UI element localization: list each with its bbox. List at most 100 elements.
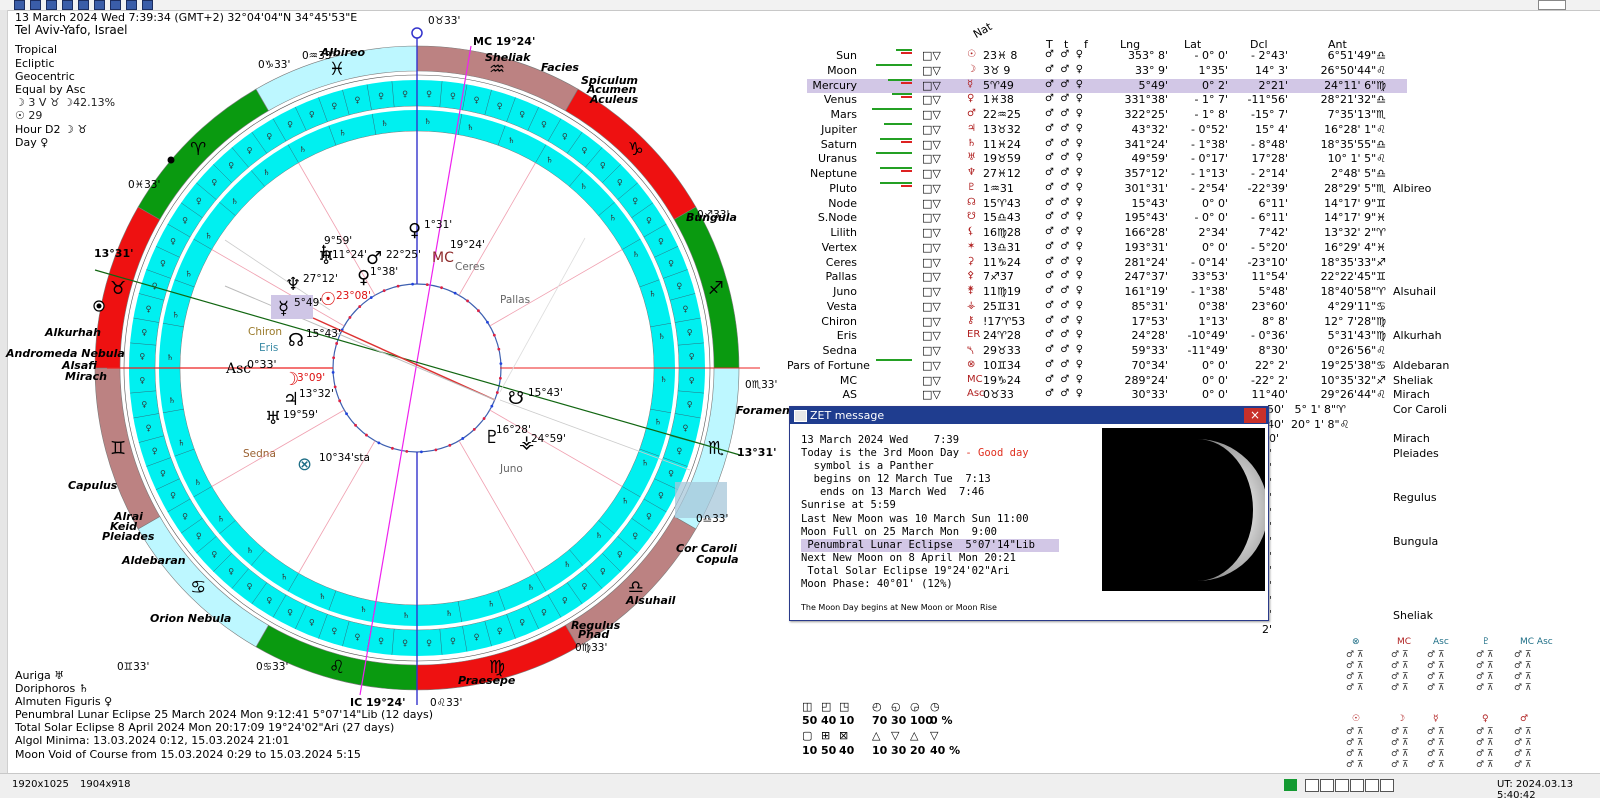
planet-row[interactable]: Chiron □▽ ⚷ !17♈53 ♂ ♂ ♀ 17°53' 1°13' 8° 8' 12° …: [787, 315, 1407, 329]
planet-degree-label: 19°24': [450, 239, 485, 251]
planet-position: 7♐37: [983, 270, 1014, 284]
message-line: Last New Moon was 10 March Sun 11:00: [801, 512, 1029, 525]
view-mode-icon[interactable]: [1350, 779, 1364, 792]
planet-row[interactable]: Pars of Fortune □▽ ⊗ 10♊34 ♂ ♂ ♀ 70°34' 0° 0' 2…: [787, 358, 1407, 373]
planet-row[interactable]: Pallas □▽ ⚴ 7♐37 ♂ ♂ ♀ 247°37' 33°53' 11°54' 22°…: [787, 270, 1407, 284]
aspect-point: [498, 376, 502, 380]
planet-sign-icon: ⚵: [967, 285, 975, 296]
planet-row[interactable]: Neptune □▽ ♆ 27♓12 ♂ ♂ ♀ 357°12' - 1°13' - 2°14…: [787, 167, 1407, 181]
view-mode-icon[interactable]: [1305, 779, 1319, 792]
planet-row[interactable]: Uranus □▽ ♅ 19♉59 ♂ ♂ ♀ 49°59' - 0°17' 17°28' 10…: [787, 152, 1407, 166]
aspect-grid-cell: ♂ ⊼: [1391, 683, 1409, 693]
natal-chart-wheel[interactable]: ♒♑♐♏♎♍♌♋♊♉♈♓♀♄♀♀♄♀♀♄♀♀♄♀♀♄♀♀♄♀♀♄♀♀♄♀♀♄♀♀…: [0, 0, 790, 770]
planet-row[interactable]: Vesta □▽ ⚶ 25♊31 ♂ ♂ ♀ 85°31' 0°38' 23°60' 4°29'…: [787, 300, 1407, 314]
planet-glyph-icon: MC: [432, 250, 454, 266]
zet-message-dialog[interactable]: ZET message × 13 March 2024 Wed 7:39 Tod…: [789, 406, 1269, 621]
strength-bar: [880, 167, 912, 169]
planet-row[interactable]: Mercury □▽ ☿ 5♈49 ♂ ♂ ♀ 5°49' 0° 2' 2°21' 24°11'…: [807, 78, 1407, 93]
planet-antiscia: 29°26'44"♌: [1320, 388, 1386, 402]
note-line: Doriphoros ♄: [15, 682, 89, 696]
element-glyph-icon: ◷: [930, 700, 940, 713]
star-name: Mirach: [1393, 432, 1430, 445]
term-glyph-icon: ♀: [287, 120, 293, 129]
planet-row[interactable]: Moon □▽ ☽ 3♉ 9 ♂ ♂ ♀ 33° 9' 1°35' 14° 3' 26°50'4…: [787, 63, 1407, 78]
dialog-titlebar[interactable]: ZET message ×: [790, 407, 1268, 424]
planet-latitude: - 0°17': [1191, 152, 1228, 166]
planet-name: Vesta: [826, 299, 857, 313]
planet-degree-label: 19°59': [283, 409, 318, 421]
aspect-grid-cell: ♂ ⊼: [1476, 738, 1494, 748]
planet-row[interactable]: Venus □▽ ♀ 1♓38 ♂ ♂ ♀ 331°38' - 1° 7' -11°56' 28…: [787, 93, 1407, 107]
planet-position: 11♍19: [983, 285, 1021, 298]
planet-longitude: 195°43': [1124, 211, 1168, 225]
aspect-grid-cell: ♂ ⊼: [1427, 683, 1445, 693]
planet-latitude: 2°34': [1198, 226, 1228, 239]
planet-row[interactable]: Node □▽ ☊ 15♈43 ♂ ♂ ♀ 15°43' 0° 0' 6°11' 14°17' …: [787, 197, 1407, 211]
planet-row[interactable]: Vertex □▽ ✶ 13♎31 ♂ ♂ ♀ 193°31' 0° 0' - 5°20' 16…: [787, 241, 1407, 255]
planet-row[interactable]: Ceres □▽ ⚳ 11♑24 ♂ ♂ ♀ 281°24' - 0°14' -23°10' 1…: [787, 256, 1407, 270]
document-icon[interactable]: [1380, 779, 1394, 792]
term-glyph-icon: ♀: [139, 376, 145, 385]
planet-row[interactable]: Sun □▽ ☉ 23♓ 8 ♂ ♂ ♀ 353° 8' - 0° 0' - 2°43' 6°5…: [787, 49, 1407, 63]
element-glyph-icon: ◫: [802, 700, 813, 713]
view-mode-icon[interactable]: [1335, 779, 1349, 792]
ruler-glyph-icon: ♂ ♂ ♀: [1045, 152, 1083, 164]
aspect-grid-cell: ♂ ⊼: [1346, 727, 1364, 737]
planet-declination: 6°11': [1258, 196, 1288, 210]
planet-name: Jupiter: [821, 122, 857, 136]
aspect-point: [348, 316, 352, 319]
planet-declination: - 5°20': [1251, 240, 1288, 254]
planet-row[interactable]: Mars □▽ ♂ 22♒25 ♂ ♂ ♀ 322°25' - 1° 8' -15° 7' 7°…: [787, 108, 1407, 122]
aspect-glyph-icon: □▽: [922, 181, 941, 195]
planet-name: Mercury: [812, 78, 857, 92]
aspect-grid-cell: ♂ ⊼: [1427, 749, 1445, 759]
planet-latitude: 33°53': [1191, 270, 1228, 284]
planet-row[interactable]: S.Node □▽ ☋ 15♎43 ♂ ♂ ♀ 195°43' - 0° 0' - 6°11'…: [787, 211, 1407, 225]
planet-row[interactable]: Lilith □▽ ⚸ 16♍28 ♂ ♂ ♀ 166°28' 2°34' 7°42' 13°3…: [787, 226, 1407, 240]
planet-latitude: - 1° 7': [1194, 93, 1228, 107]
cusp-degree-label: 0♉33': [428, 15, 460, 27]
toolbar-field[interactable]: [1538, 0, 1566, 10]
planet-declination: 2°21': [1258, 78, 1288, 92]
app-icon: [794, 410, 807, 422]
planet-latitude: - 1°13': [1191, 167, 1228, 180]
planet-row[interactable]: Juno □▽ ⚵ 11♍19 ♂ ♂ ♀ 161°19' - 1°38' 5°48' 18°4…: [787, 285, 1407, 299]
planet-position: 10♊34: [983, 358, 1021, 372]
planet-latitude: - 1°38': [1191, 137, 1228, 151]
aspect-grid-cell: ♂ ⊼: [1476, 650, 1494, 660]
aspect-point: [486, 320, 489, 324]
planet-row[interactable]: MC □▽ MC 19♑24 ♂ ♂ ♀ 289°24' 0° 0' -22° 2' 10°35…: [787, 374, 1407, 388]
planet-sign-icon: ⚷: [967, 314, 975, 326]
view-mode-icon[interactable]: [1365, 779, 1379, 792]
planet-row[interactable]: Jupiter □▽ ♃ 13♉32 ♂ ♂ ♀ 43°32' - 0°52' 15° 4' 1…: [787, 122, 1407, 137]
planet-row[interactable]: Eris □▽ ER 24♈28 ♂ ♂ ♀ 24°28' -10°49' - 0°36' 5°…: [787, 329, 1407, 343]
planet-degree-label: 22°25': [386, 249, 421, 261]
term-glyph-icon: ♀: [287, 608, 293, 617]
message-line: ends on 13 March Wed 7:46: [801, 486, 985, 499]
ruler-glyph-icon: ♂ ♂ ♀: [1045, 108, 1083, 119]
view-mode-icon[interactable]: [1320, 779, 1334, 792]
planet-row[interactable]: Pluto □▽ ♇ 1♒31 ♂ ♂ ♀ 301°31' - 2°54' -22°39' 28…: [787, 181, 1407, 196]
planet-row[interactable]: AS □▽ Asc 0♉33 ♂ ♂ ♀ 30°33' 0° 0' 11°40' 29°26'4…: [787, 388, 1407, 402]
term-glyph-icon: ♀: [658, 237, 664, 246]
term-glyph-icon: ♀: [683, 304, 689, 313]
close-button[interactable]: ×: [1244, 408, 1266, 423]
planet-row[interactable]: Sedna □▽ ⯲ 29♉33 ♂ ♂ ♀ 59°33' -11°49' 8°30' 0°26…: [787, 344, 1407, 358]
planet-longitude: 70°34': [1131, 358, 1168, 372]
ruler-glyph-icon: ♂ ♂ ♀: [1045, 181, 1083, 193]
planet-row[interactable]: Saturn □▽ ♄ 11♓24 ♂ ♂ ♀ 341°24' - 1°38' - 8°48'…: [787, 137, 1407, 152]
minor-body-label: Eris: [259, 342, 278, 354]
planet-antiscia: 5°31'43"♍: [1327, 329, 1386, 343]
aspect-grid-header: MC: [1397, 637, 1412, 647]
ruler-glyph-icon: ♂ ♂ ♀: [1045, 78, 1083, 90]
planet-declination: 22° 2': [1254, 358, 1288, 372]
planet-latitude: - 1°38': [1191, 285, 1228, 298]
message-line: Next New Moon on 8 April Mon 20:21: [801, 551, 1016, 564]
planet-latitude: - 0°52': [1191, 122, 1228, 136]
term-glyph-icon: ♀: [519, 110, 525, 119]
aspect-point: [482, 417, 486, 420]
planet-position: 3♉ 9: [983, 63, 1011, 77]
planet-sign-icon: ♆: [967, 167, 976, 178]
strength-bar: [880, 181, 912, 184]
ruler-glyph-icon: ♂ ♂ ♀: [1045, 285, 1083, 296]
